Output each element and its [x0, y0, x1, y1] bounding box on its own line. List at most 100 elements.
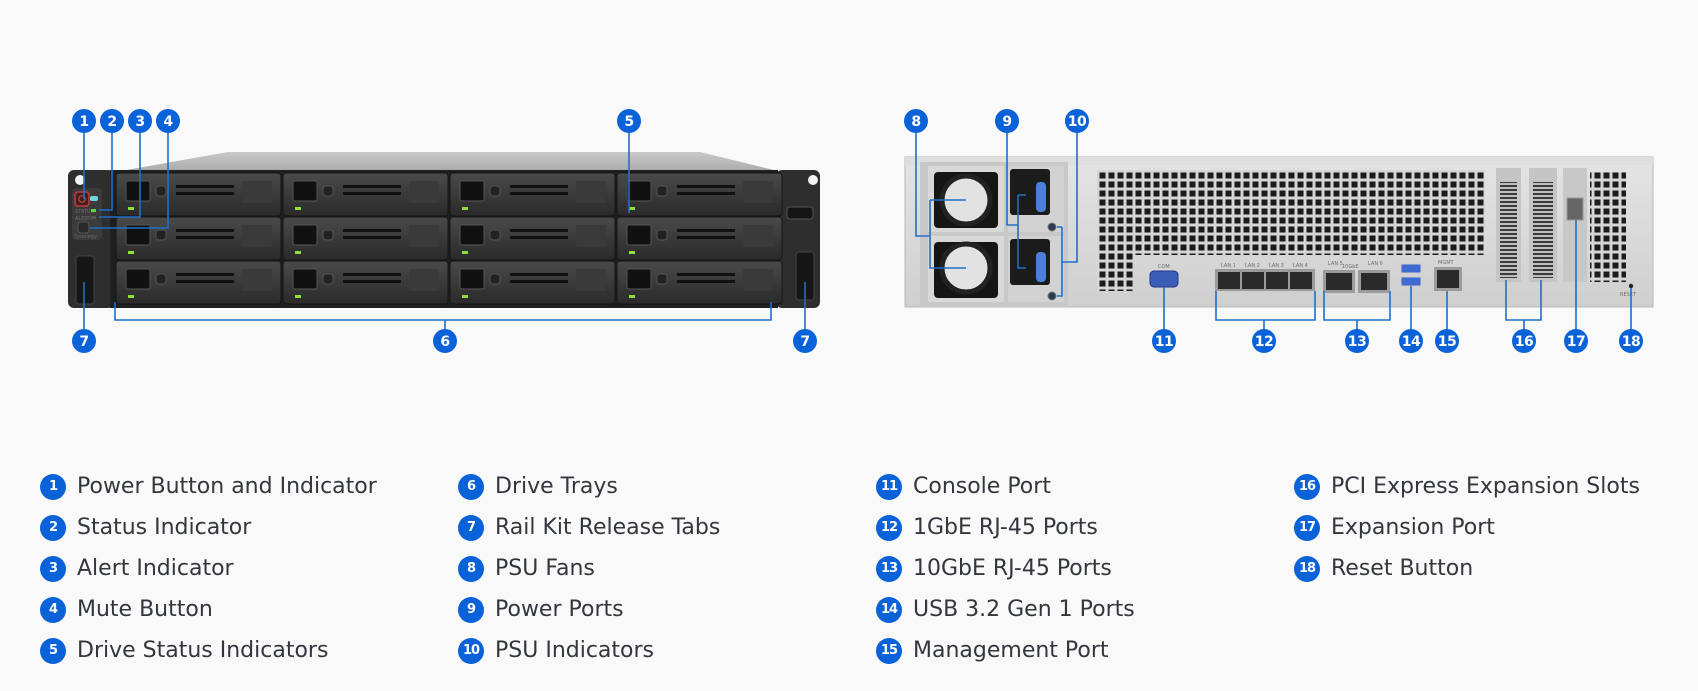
- callout-number: 1: [79, 114, 88, 130]
- legend-label: Drive Status Indicators: [77, 638, 329, 663]
- legend-label: Reset Button: [1331, 556, 1474, 581]
- rail-release-tab-left[interactable]: [75, 255, 95, 305]
- psu-indicator-1: [1047, 222, 1057, 232]
- chassis-top: [115, 152, 782, 172]
- drive-status-led: [629, 295, 635, 298]
- status-indicator: [91, 209, 96, 212]
- callout-number: 14: [1402, 334, 1421, 350]
- drive-status-led: [295, 207, 301, 210]
- lan4-label: LAN 4: [1293, 263, 1308, 269]
- lan2-label: LAN 2: [1245, 263, 1260, 269]
- legend-item: 3 Alert Indicator: [40, 548, 377, 589]
- legend-item: 18 Reset Button: [1294, 548, 1640, 589]
- power-latch-2[interactable]: [1036, 252, 1046, 282]
- legend-item: 8 PSU Fans: [458, 548, 720, 589]
- lan6-label: LAN 6: [1368, 261, 1383, 267]
- model-badge: [786, 206, 814, 220]
- lan5-label: LAN 5: [1328, 261, 1343, 267]
- legend-label: Rail Kit Release Tabs: [495, 515, 721, 540]
- legend-number-badge: 7: [458, 514, 484, 541]
- callout-number: 7: [800, 334, 809, 350]
- legend-number-badge: 12: [876, 514, 902, 541]
- callout-badge-4: 4: [156, 109, 180, 133]
- legend-label: Alert Indicator: [77, 556, 234, 581]
- lan-port-2[interactable]: [1242, 272, 1264, 289]
- legend-item: 11 Console Port: [876, 466, 1135, 507]
- callout-badge-10: 10: [1065, 109, 1089, 133]
- lan-port-6[interactable]: [1361, 273, 1387, 290]
- drive-tray[interactable]: [449, 260, 616, 305]
- callout-badge-9: 9: [995, 109, 1019, 133]
- legend-item: 9 Power Ports: [458, 589, 720, 630]
- callout-badge-2: 2: [100, 109, 124, 133]
- callout-number: 3: [135, 114, 144, 130]
- management-port[interactable]: [1437, 270, 1459, 288]
- legend-item: 1 Power Button and Indicator: [40, 466, 377, 507]
- legend-column-1: 1 Power Button and Indicator 2 Status Indic…: [40, 466, 377, 671]
- drive-tray[interactable]: [115, 216, 282, 261]
- psu-indicator-2: [1047, 291, 1057, 301]
- legend-column-4: 16 PCI Express Expansion Slots 17 Expansion…: [1294, 466, 1640, 589]
- legend-number-badge: 8: [458, 555, 484, 582]
- legend-label: PCI Express Expansion Slots: [1331, 474, 1640, 499]
- callout-number: 11: [1155, 334, 1173, 350]
- lan-port-4[interactable]: [1290, 272, 1312, 289]
- lan-port-5[interactable]: [1326, 273, 1352, 290]
- drive-status-led: [629, 251, 635, 254]
- drive-tray[interactable]: [282, 216, 449, 261]
- legend-item: 15 Management Port: [876, 630, 1135, 671]
- legend-label: Power Button and Indicator: [77, 474, 377, 499]
- callout-badge-6: 6: [433, 329, 457, 353]
- drive-status-led: [128, 295, 134, 298]
- psu-1: [928, 166, 1064, 232]
- legend-number-badge: 17: [1294, 514, 1320, 541]
- mute-button[interactable]: [77, 221, 90, 234]
- power-latch-1[interactable]: [1036, 182, 1046, 212]
- drive-tray[interactable]: [282, 172, 449, 217]
- callout-badge-14: 14: [1399, 329, 1423, 353]
- drive-tray[interactable]: [616, 260, 783, 305]
- callout-number: 12: [1255, 334, 1273, 350]
- callout-badge-12: 12: [1252, 329, 1276, 353]
- callout-number: 5: [624, 114, 633, 130]
- usb-port-2[interactable]: [1400, 276, 1422, 287]
- drive-tray[interactable]: [449, 216, 616, 261]
- side-vent-right: [1590, 172, 1626, 282]
- expansion-port[interactable]: [1566, 197, 1584, 221]
- drive-tray[interactable]: [616, 172, 783, 217]
- legend-item: 2 Status Indicator: [40, 507, 377, 548]
- power-button[interactable]: [74, 191, 90, 207]
- 10gbe-label: 10GbE: [1342, 264, 1359, 270]
- callout-badge-13: 13: [1345, 329, 1369, 353]
- legend-number-badge: 6: [458, 473, 484, 500]
- legend-number-badge: 14: [876, 596, 902, 623]
- lan-port-3[interactable]: [1266, 272, 1288, 289]
- legend-item: 14 USB 3.2 Gen 1 Ports: [876, 589, 1135, 630]
- drive-tray[interactable]: [449, 172, 616, 217]
- lan-port-1[interactable]: [1218, 272, 1240, 289]
- drive-tray[interactable]: [115, 260, 282, 305]
- legend-label: PSU Fans: [495, 556, 595, 581]
- console-port[interactable]: [1149, 270, 1179, 288]
- drive-tray[interactable]: [616, 216, 783, 261]
- legend-number-badge: 16: [1294, 473, 1320, 500]
- psu-2: [928, 236, 1064, 302]
- drive-tray[interactable]: [282, 260, 449, 305]
- legend-item: 10 PSU Indicators: [458, 630, 720, 671]
- status-label: STATUS: [75, 209, 94, 215]
- usb-port-1[interactable]: [1400, 263, 1422, 274]
- legend-label: Mute Button: [77, 597, 213, 622]
- callout-badge-3: 3: [128, 109, 152, 133]
- legend-item: 4 Mute Button: [40, 589, 377, 630]
- ear-hole-right: [808, 175, 818, 185]
- hardware-diagram: STATUS ALERT Synology COM LAN 1 LAN 2 LA…: [68, 109, 1654, 353]
- legend-item: 6 Drive Trays: [458, 466, 720, 507]
- drive-status-led: [462, 207, 468, 210]
- callout-number: 4: [163, 114, 173, 130]
- reset-button[interactable]: [1628, 283, 1634, 289]
- lan1-label: LAN 1: [1221, 263, 1236, 269]
- callout-badge-16: 16: [1512, 329, 1536, 353]
- callout-number: 15: [1438, 334, 1456, 350]
- alert-indicator: [91, 216, 96, 219]
- callout-number: 2: [107, 114, 116, 130]
